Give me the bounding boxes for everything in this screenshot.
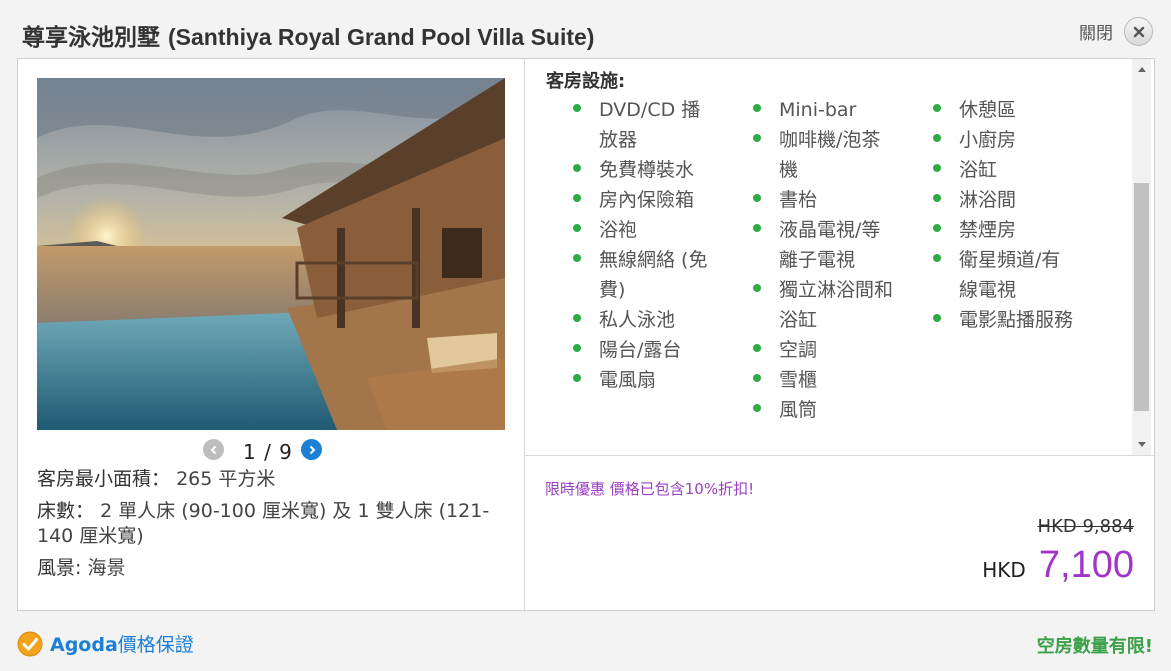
room-title-english: (Santhiya Royal Grand Pool Villa Suite) bbox=[168, 24, 595, 50]
amenity-item: 咖啡機/泡茶機 bbox=[753, 125, 893, 185]
amenities-column-3: 休憩區 小廚房 浴缸 淋浴間 禁煙房 衛星頻道/有線電視 電影點播服務 bbox=[933, 95, 1073, 335]
checkmark-badge-icon bbox=[17, 631, 43, 656]
amenities-section: 客房設施: DVD/CD 播放器 免費樽裝水 房內保險箱 浴袍 無線網絡 (免費… bbox=[525, 59, 1119, 455]
view-value: 海景 bbox=[87, 557, 126, 579]
amenity-item: 私人泳池 bbox=[573, 305, 713, 335]
price-divider bbox=[525, 455, 1154, 456]
price-guarantee[interactable]: Agoda價格保證 bbox=[17, 630, 194, 657]
close-label[interactable]: 關閉 bbox=[1079, 19, 1113, 44]
close-icon bbox=[1133, 26, 1144, 37]
dialog-header: 尊享泳池別墅 (Santhiya Royal Grand Pool Villa … bbox=[0, 0, 1171, 58]
promo-text: 限時優惠 價格已包含10%折扣! bbox=[545, 480, 755, 498]
original-price: HKD 9,884 bbox=[1037, 516, 1134, 537]
room-detail-panel: 1 / 9 客房最小面積： 265 平方米 床數： 2 單人床 (90-100 … bbox=[17, 58, 1155, 612]
room-size-value: 265 平方米 bbox=[176, 468, 276, 490]
bed-label: 床數： bbox=[37, 500, 95, 522]
guarantee-text: 價格保證 bbox=[117, 634, 194, 656]
amenity-item: DVD/CD 播放器 bbox=[573, 95, 713, 155]
price-guarantee-link[interactable]: Agoda價格保證 bbox=[50, 630, 194, 657]
amenity-item: 書枱 bbox=[753, 185, 893, 215]
amenity-item: 免費樽裝水 bbox=[573, 155, 713, 185]
scroll-thumb[interactable] bbox=[1134, 183, 1149, 411]
amenity-item: 空調 bbox=[753, 335, 893, 365]
bed-value: 2 單人床 (90-100 厘米寬) 及 1 雙人床 (121-140 厘米寬) bbox=[37, 500, 490, 547]
amenity-item: 電影點播服務 bbox=[933, 305, 1073, 335]
amenities-column-1: DVD/CD 播放器 免費樽裝水 房內保險箱 浴袍 無線網絡 (免費) 私人泳池… bbox=[573, 95, 713, 395]
photo-counter: 1 / 9 bbox=[243, 440, 293, 464]
amenity-item: 雪櫃 bbox=[753, 365, 893, 395]
bed-info: 床數： 2 單人床 (90-100 厘米寬) 及 1 雙人床 (121-140 … bbox=[37, 499, 497, 549]
amenity-item: 小廚房 bbox=[933, 125, 1073, 155]
amenity-item: 電風扇 bbox=[573, 365, 713, 395]
amenity-item: 陽台/露台 bbox=[573, 335, 713, 365]
close-button[interactable] bbox=[1124, 17, 1153, 46]
price-currency: HKD bbox=[982, 558, 1026, 582]
amenity-item: 液晶電視/等離子電視 bbox=[753, 215, 893, 275]
amenity-item: Mini-bar bbox=[753, 95, 893, 125]
availability-notice: 空房數量有限! bbox=[1036, 636, 1153, 657]
chevron-right-icon bbox=[309, 445, 315, 454]
arrow-down-icon bbox=[1137, 442, 1146, 447]
room-size-info: 客房最小面積： 265 平方米 bbox=[37, 467, 497, 492]
guarantee-brand: Agoda bbox=[50, 634, 118, 656]
amenity-item: 浴袍 bbox=[573, 215, 713, 245]
arrow-up-icon bbox=[1137, 67, 1146, 72]
amenities-scrollbar[interactable] bbox=[1132, 59, 1151, 455]
amenity-item: 獨立淋浴間和浴缸 bbox=[753, 275, 893, 335]
scroll-down-button[interactable] bbox=[1132, 437, 1151, 453]
amenity-item: 風筒 bbox=[753, 395, 893, 425]
room-photo[interactable] bbox=[37, 78, 505, 430]
amenity-item: 禁煙房 bbox=[933, 215, 1073, 245]
amenity-item: 浴缸 bbox=[933, 155, 1073, 185]
dialog-title: 尊享泳池別墅 (Santhiya Royal Grand Pool Villa … bbox=[22, 18, 594, 52]
amenity-item: 休憩區 bbox=[933, 95, 1073, 125]
next-photo-button[interactable] bbox=[301, 439, 322, 460]
chevron-left-icon bbox=[210, 445, 216, 454]
gallery-pager: 1 / 9 bbox=[203, 439, 333, 464]
amenity-item: 淋浴間 bbox=[933, 185, 1073, 215]
view-info: 風景: 海景 bbox=[37, 556, 497, 581]
scroll-up-button[interactable] bbox=[1132, 61, 1151, 77]
amenities-title: 客房設施: bbox=[546, 71, 626, 92]
price-value: 7,100 bbox=[1038, 544, 1134, 586]
prev-photo-button[interactable] bbox=[203, 439, 224, 460]
room-size-label: 客房最小面積： bbox=[37, 468, 171, 490]
amenity-item: 無線網絡 (免費) bbox=[573, 245, 713, 305]
amenity-item: 衛星頻道/有線電視 bbox=[933, 245, 1073, 305]
view-label: 風景: bbox=[37, 557, 82, 579]
amenity-item: 房內保險箱 bbox=[573, 185, 713, 215]
amenities-column-2: Mini-bar 咖啡機/泡茶機 書枱 液晶電視/等離子電視 獨立淋浴間和浴缸 … bbox=[753, 95, 893, 425]
room-title-chinese: 尊享泳池別墅 bbox=[22, 25, 160, 51]
current-price: HKD 7,100 bbox=[982, 544, 1134, 587]
